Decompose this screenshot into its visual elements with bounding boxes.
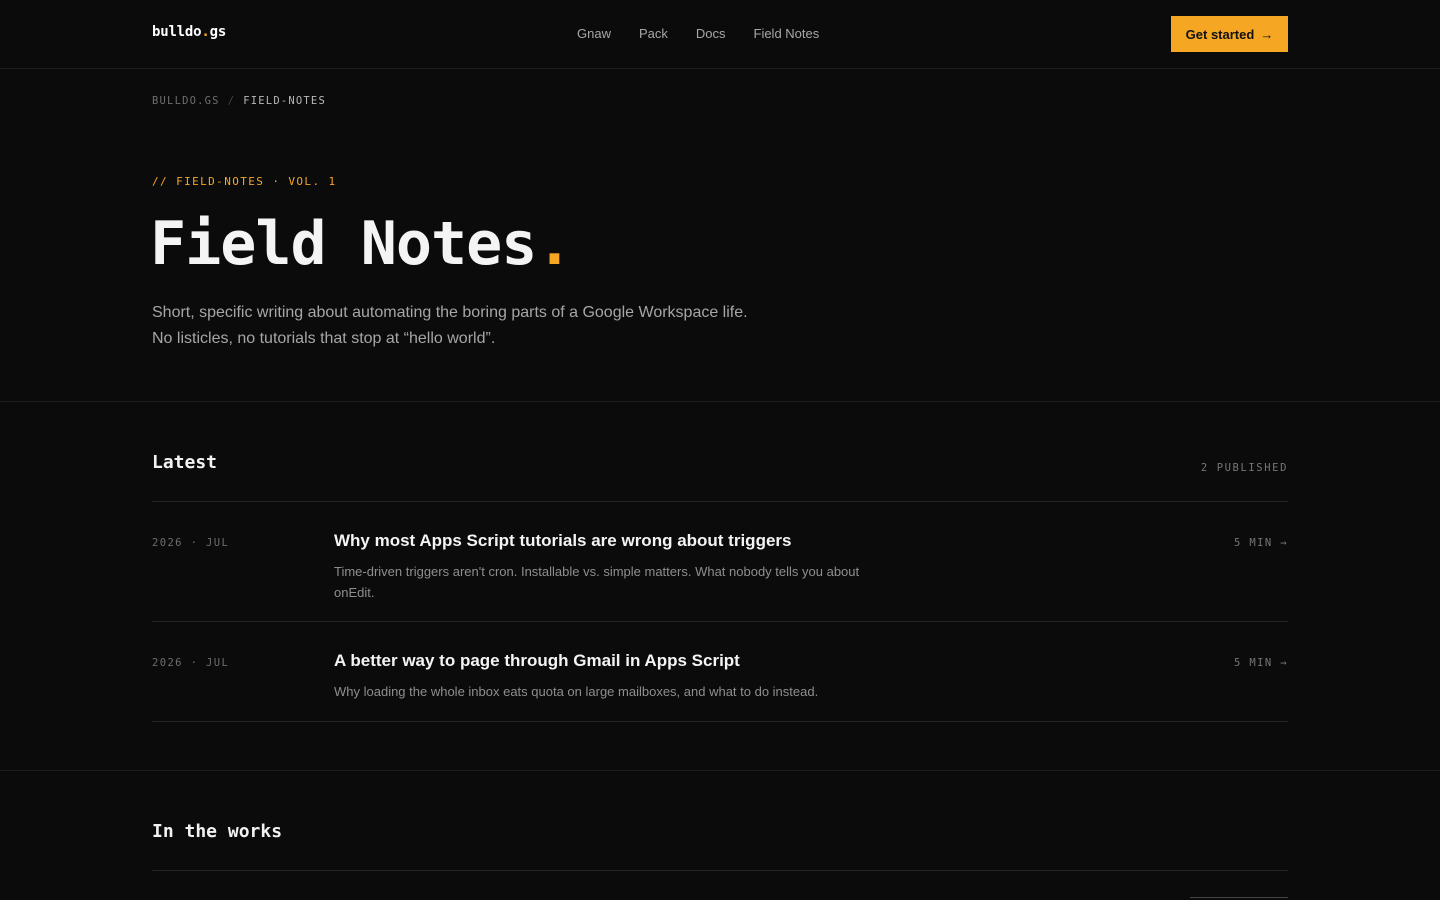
post-read-time: 5 MIN → [1233,537,1288,549]
nav-link-field-notes[interactable]: Field Notes [754,26,820,41]
post-read-time: 5 MIN → [1233,657,1288,669]
list-divider [152,721,1288,722]
nav-link-pack[interactable]: Pack [639,26,668,41]
get-started-label: Get started [1185,26,1255,42]
breadcrumb-separator: / [227,95,236,107]
breadcrumb-current: FIELD-NOTES [243,95,326,107]
list-divider [152,621,1288,622]
logo-main: bulldo [152,24,202,40]
page-title-text: Field Notes [150,209,537,279]
site-header: bulldo.gs Gnaw Pack Docs Field Notes Get… [0,0,1440,69]
post-excerpt: Why loading the whole inbox eats quota o… [334,684,819,699]
post-excerpt: Time-driven triggers aren't cron. Instal… [334,564,860,600]
post-title[interactable]: A better way to page through Gmail in Ap… [334,651,740,671]
latest-heading: Latest [152,452,218,473]
page-title-accent: . [536,209,572,279]
section-divider [0,401,1440,402]
post-item[interactable]: 2026 · JUL Why most Apps Script tutorial… [152,525,1288,621]
post-title[interactable]: Why most Apps Script tutorials are wrong… [334,531,791,551]
list-divider [152,501,1288,502]
post-item[interactable]: 2026 · JUL A better way to page through … [152,645,1288,721]
post-date: 2026 · JUL [152,657,230,669]
breadcrumb: BULLDO.GS / FIELD-NOTES [152,95,326,107]
arrow-right-icon: → [1260,26,1274,42]
hero-description: Short, specific writing about automating… [152,304,748,347]
page-title: Field Notes. [150,208,572,280]
hero-eyebrow: // FIELD-NOTES · VOL. 1 [152,175,337,188]
logo[interactable]: bulldo.gs [152,24,226,40]
post-date: 2026 · JUL [152,537,230,549]
list-divider [152,870,1288,871]
nav-link-gnaw[interactable]: Gnaw [577,26,611,41]
breadcrumb-home[interactable]: BULLDO.GS [152,95,220,107]
main-nav: Gnaw Pack Docs Field Notes [577,26,847,41]
published-count: 2 PUBLISHED [1200,462,1288,474]
logo-dot: . [201,24,210,40]
in-the-works-heading: In the works [152,821,283,842]
nav-link-docs[interactable]: Docs [696,26,726,41]
get-started-button[interactable]: Get started → [1171,16,1288,52]
section-divider [0,770,1440,771]
logo-tld: gs [209,24,227,40]
